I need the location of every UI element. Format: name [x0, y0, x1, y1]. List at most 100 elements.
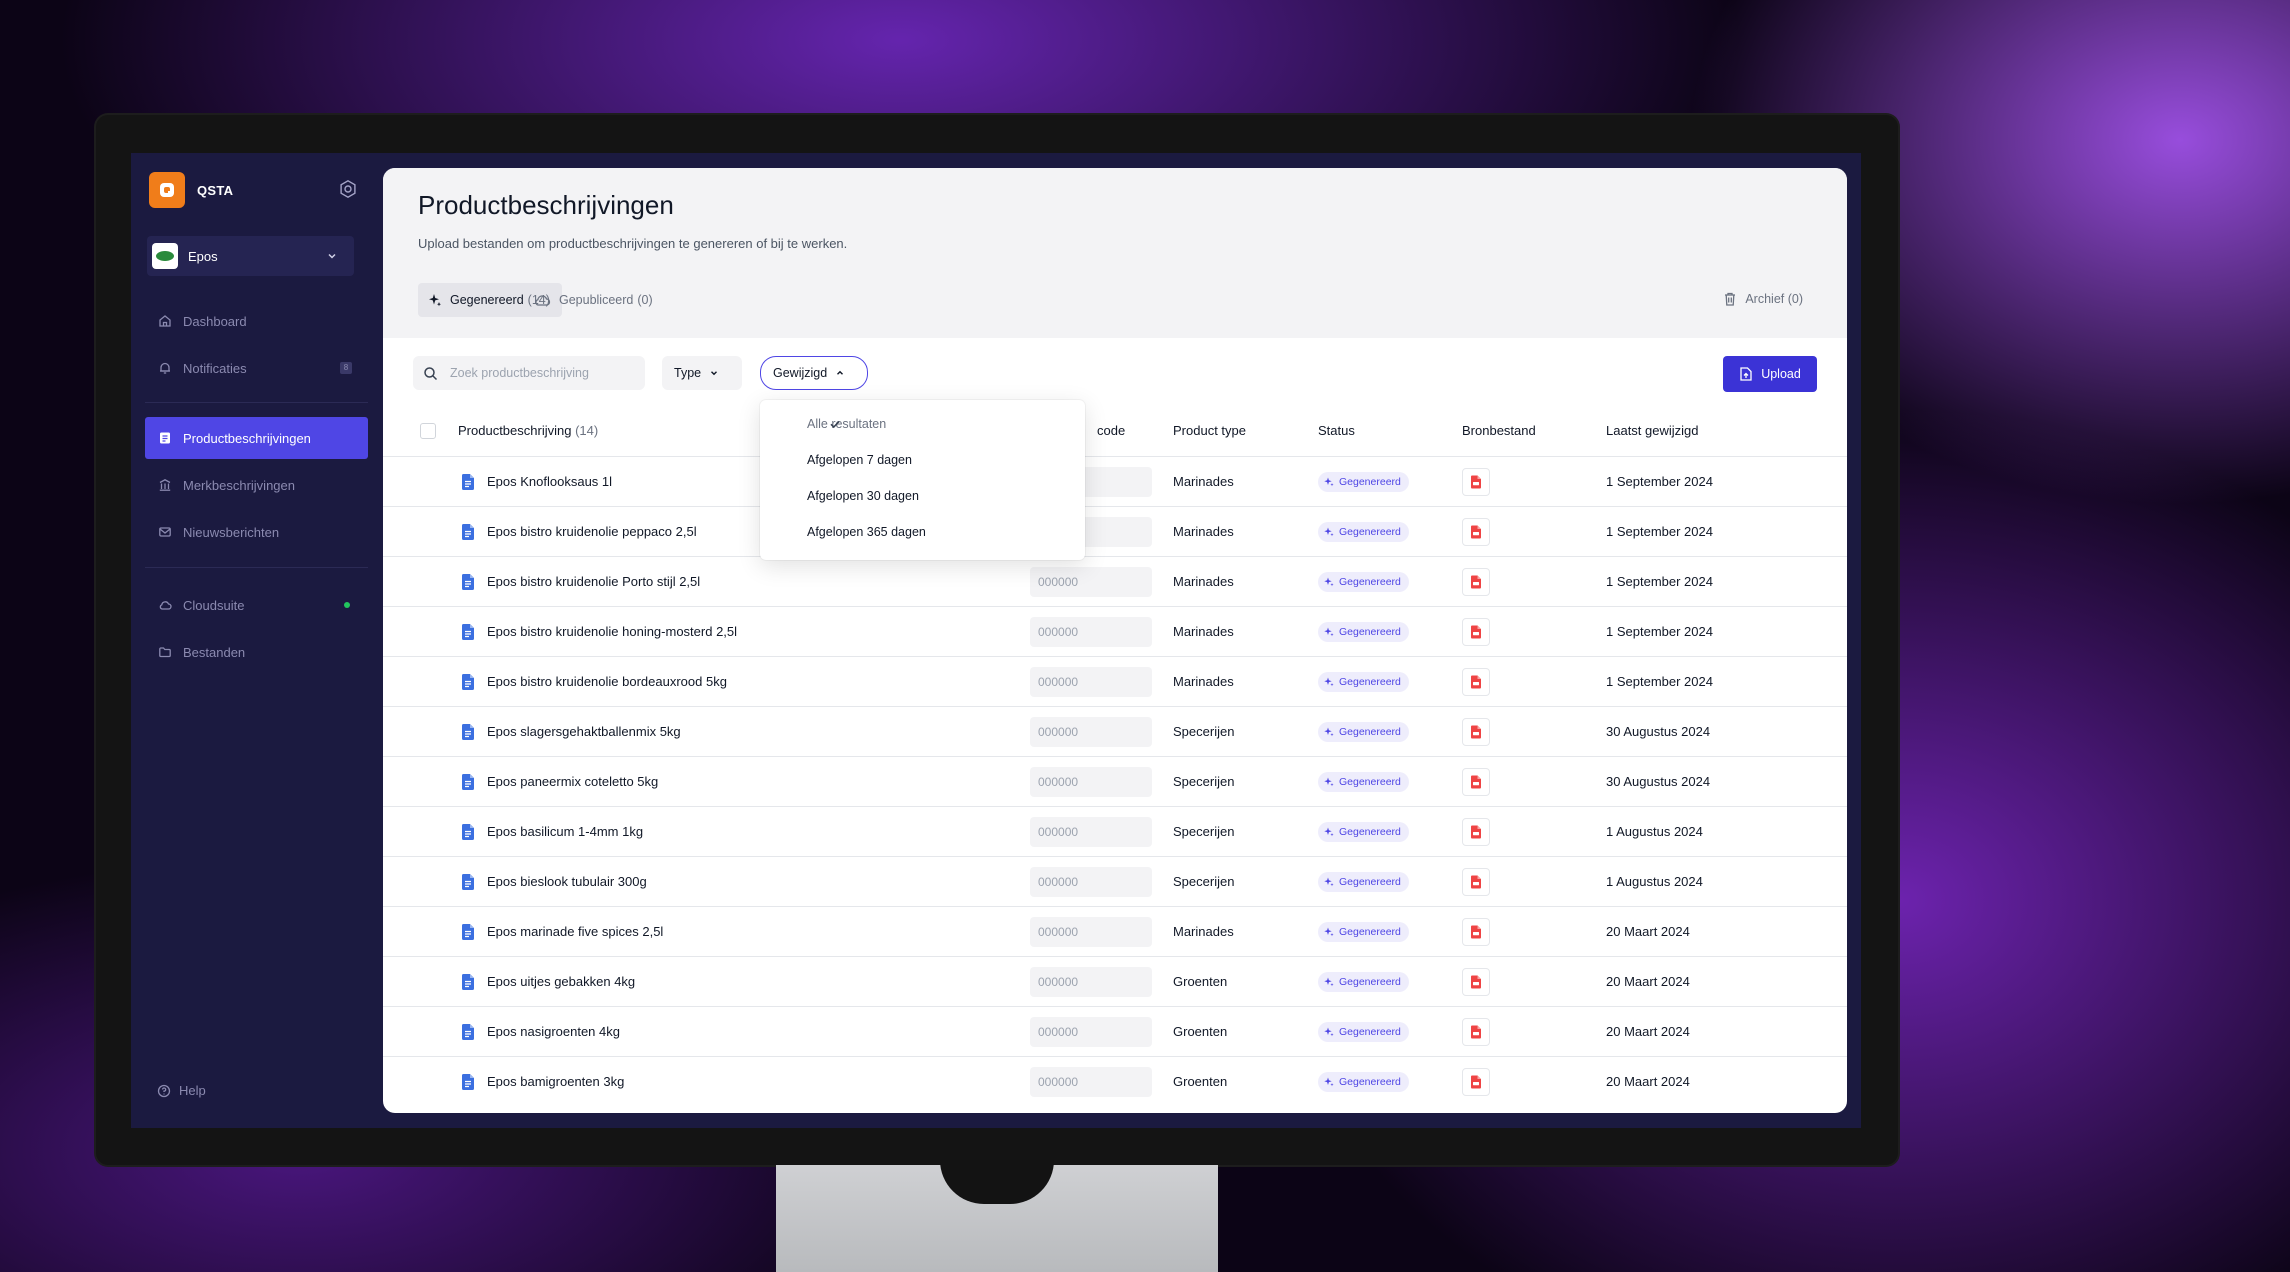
brand[interactable]: QSTA	[149, 172, 233, 208]
qsta-logo-icon	[149, 172, 185, 208]
product-code-field[interactable]: 000000	[1030, 717, 1152, 747]
tab-gepubliceerd[interactable]: Gepubliceerd (0)	[523, 283, 665, 317]
sidebar-item-productbeschrijvingen[interactable]: Productbeschrijvingen	[145, 417, 368, 459]
product-code-field[interactable]: 000000	[1030, 967, 1152, 997]
table-row[interactable]: Epos uitjes gebakken 4kg 000000 Groenten Ge…	[383, 956, 1847, 1007]
table-row[interactable]: Epos bistro kruidenolie Porto stijl 2,5l…	[383, 556, 1847, 607]
document-icon	[460, 1023, 476, 1041]
page-title: Productbeschrijvingen	[418, 190, 674, 220]
modified-date: 1 September 2024	[1606, 674, 1713, 689]
table-row[interactable]: Epos slagersgehaktballenmix 5kg 000000 Spe…	[383, 706, 1847, 757]
dropdown-option-30-days[interactable]: Afgelopen 30 dagen	[760, 478, 1085, 514]
product-code-field[interactable]: 000000	[1030, 667, 1152, 697]
column-header-status[interactable]: Status	[1318, 423, 1355, 438]
modified-filter-button[interactable]: Gewijzigd	[760, 356, 868, 390]
modified-date: 1 September 2024	[1606, 624, 1713, 639]
gear-icon[interactable]	[338, 179, 358, 199]
status-label: Gegenereerd	[1339, 726, 1401, 738]
bell-icon	[157, 360, 173, 376]
product-name[interactable]: Epos Knoflooksaus 1l	[487, 474, 612, 489]
pdf-file-icon[interactable]	[1462, 1068, 1490, 1096]
column-header-name[interactable]: Productbeschrijving (14)	[458, 423, 598, 438]
status-label: Gegenereerd	[1339, 576, 1401, 588]
column-header-source[interactable]: Bronbestand	[1462, 423, 1536, 438]
table-row[interactable]: Epos bamigroenten 3kg 000000 Groenten Gegen…	[383, 1056, 1847, 1107]
upload-button[interactable]: Upload	[1723, 356, 1817, 392]
pdf-file-icon[interactable]	[1462, 768, 1490, 796]
pdf-file-icon[interactable]	[1462, 818, 1490, 846]
pdf-file-icon[interactable]	[1462, 518, 1490, 546]
column-header-product-type[interactable]: Product type	[1173, 423, 1246, 438]
table-row[interactable]: Epos bistro kruidenolie honing-mosterd 2…	[383, 606, 1847, 657]
archive-button[interactable]: Archief (0)	[1723, 291, 1803, 307]
product-type: Marinades	[1173, 624, 1234, 639]
dropdown-option-365-days[interactable]: Afgelopen 365 dagen	[760, 514, 1085, 550]
pdf-file-icon[interactable]	[1462, 918, 1490, 946]
product-code-field[interactable]: 000000	[1030, 867, 1152, 897]
status-badge: Gegenereerd	[1318, 722, 1409, 742]
epos-logo-icon	[152, 243, 178, 269]
product-code-field[interactable]: 000000	[1030, 567, 1152, 597]
product-type: Marinades	[1173, 574, 1234, 589]
column-header-code[interactable]: code	[1097, 423, 1125, 438]
product-name[interactable]: Epos bieslook tubulair 300g	[487, 874, 647, 889]
product-name[interactable]: Epos nasigroenten 4kg	[487, 1024, 620, 1039]
product-code-field[interactable]: 000000	[1030, 767, 1152, 797]
pdf-file-icon[interactable]	[1462, 868, 1490, 896]
document-icon	[460, 823, 476, 841]
product-name[interactable]: Epos bistro kruidenolie honing-mosterd 2…	[487, 624, 737, 639]
table-row[interactable]: Epos bieslook tubulair 300g 000000 Speceri…	[383, 856, 1847, 907]
product-name[interactable]: Epos slagersgehaktballenmix 5kg	[487, 724, 681, 739]
table-row[interactable]: Epos bistro kruidenolie bordeauxrood 5kg…	[383, 656, 1847, 707]
modified-date: 20 Maart 2024	[1606, 1074, 1690, 1089]
product-name[interactable]: Epos bistro kruidenolie peppaco 2,5l	[487, 524, 697, 539]
sidebar-item-label: Bestanden	[183, 644, 246, 660]
product-code-field[interactable]: 000000	[1030, 617, 1152, 647]
pdf-file-icon[interactable]	[1462, 1018, 1490, 1046]
pdf-file-icon[interactable]	[1462, 968, 1490, 996]
product-type: Groenten	[1173, 1024, 1228, 1039]
pdf-file-icon[interactable]	[1462, 718, 1490, 746]
table-row[interactable]: Epos nasigroenten 4kg 000000 Groenten Gegen…	[383, 1006, 1847, 1057]
pdf-file-icon[interactable]	[1462, 568, 1490, 596]
document-icon	[460, 673, 476, 691]
search-input[interactable]	[448, 365, 642, 381]
status-badge: Gegenereerd	[1318, 1022, 1409, 1042]
table-row[interactable]: Epos paneermix coteletto 5kg 000000 Specer…	[383, 756, 1847, 807]
search-field[interactable]	[413, 356, 645, 390]
organization-switcher[interactable]: Epos	[147, 236, 354, 276]
sidebar-item-nieuwsberichten[interactable]: Nieuwsberichten	[145, 511, 368, 553]
product-code-field[interactable]: 000000	[1030, 817, 1152, 847]
column-header-modified[interactable]: Laatst gewijzigd	[1606, 423, 1699, 438]
product-name[interactable]: Epos bistro kruidenolie bordeauxrood 5kg	[487, 674, 727, 689]
table-row[interactable]: Epos marinade five spices 2,5l 000000 Mari…	[383, 906, 1847, 957]
product-name[interactable]: Epos basilicum 1-4mm 1kg	[487, 824, 643, 839]
pdf-file-icon[interactable]	[1462, 668, 1490, 696]
product-code-field[interactable]: 000000	[1030, 917, 1152, 947]
table-row[interactable]: Epos basilicum 1-4mm 1kg 000000 Specerijen…	[383, 806, 1847, 857]
sidebar-item-cloudsuite[interactable]: Cloudsuite	[145, 584, 368, 626]
sidebar-item-merkbeschrijvingen[interactable]: Merkbeschrijvingen	[145, 464, 368, 506]
dropdown-option-all[interactable]: Alle resultaten	[760, 406, 1085, 442]
table-row[interactable]: Epos Knoflooksaus 1l Marinades Gegenereerd…	[383, 456, 1847, 507]
tab-count: (0)	[637, 293, 653, 307]
sidebar-item-bestanden[interactable]: Bestanden	[145, 631, 368, 673]
product-name[interactable]: Epos bamigroenten 3kg	[487, 1074, 624, 1089]
product-name[interactable]: Epos uitjes gebakken 4kg	[487, 974, 635, 989]
sidebar-item-dashboard[interactable]: Dashboard	[145, 300, 368, 342]
product-code-field[interactable]: 000000	[1030, 1067, 1152, 1097]
sidebar-item-notificaties[interactable]: Notificaties 8	[145, 347, 368, 389]
table-row[interactable]: Epos bistro kruidenolie peppaco 2,5l Mari…	[383, 506, 1847, 557]
product-name[interactable]: Epos paneermix coteletto 5kg	[487, 774, 658, 789]
sidebar-item-label: Cloudsuite	[183, 597, 245, 613]
dropdown-option-7-days[interactable]: Afgelopen 7 dagen	[760, 442, 1085, 478]
product-name[interactable]: Epos marinade five spices 2,5l	[487, 924, 663, 939]
modified-date: 1 Augustus 2024	[1606, 874, 1703, 889]
document-icon	[460, 623, 476, 641]
product-name[interactable]: Epos bistro kruidenolie Porto stijl 2,5l	[487, 574, 700, 589]
pdf-file-icon[interactable]	[1462, 468, 1490, 496]
pdf-file-icon[interactable]	[1462, 618, 1490, 646]
product-code-field[interactable]: 000000	[1030, 1017, 1152, 1047]
type-filter-button[interactable]: Type	[662, 356, 742, 390]
help-link[interactable]: Help	[157, 1083, 206, 1098]
